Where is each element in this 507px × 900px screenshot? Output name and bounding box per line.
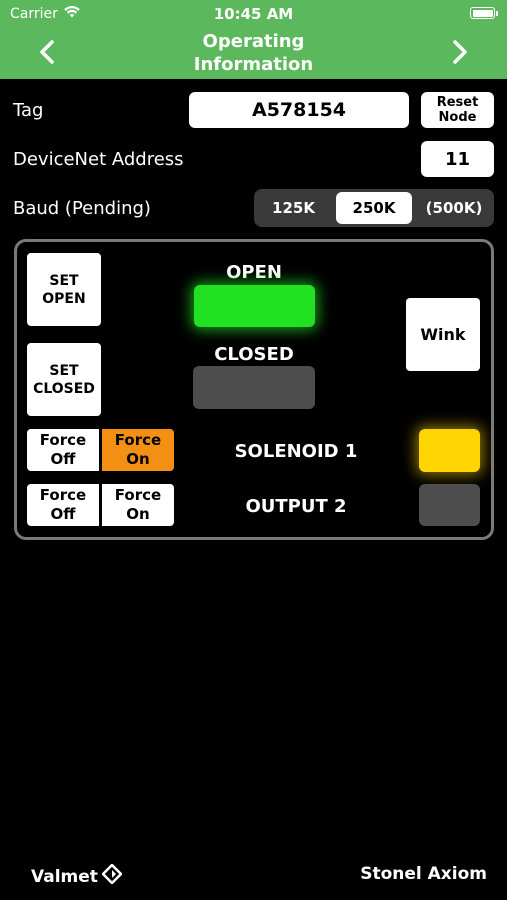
back-arrow-icon[interactable] xyxy=(32,37,62,67)
set-open-line1: SET xyxy=(49,272,79,289)
forward-arrow-icon[interactable] xyxy=(445,37,475,67)
solenoid-force-on-button[interactable]: Force On xyxy=(102,429,174,471)
valmet-logo: Valmet xyxy=(31,863,123,889)
open-label: OPEN xyxy=(226,262,282,283)
set-open-button[interactable]: SET OPEN xyxy=(27,253,101,326)
solenoid-force-off-button[interactable]: Force Off xyxy=(27,429,99,471)
reset-node-button[interactable]: Reset Node xyxy=(421,92,494,128)
baud-label: Baud (Pending) xyxy=(13,198,151,219)
solenoid-label: SOLENOID 1 xyxy=(234,441,358,462)
reset-node-line2: Node xyxy=(438,110,477,125)
closed-indicator xyxy=(193,366,315,409)
baud-option-250k[interactable]: 250K xyxy=(336,192,412,224)
solenoid-indicator xyxy=(419,429,480,472)
stonel-axiom-logo: Stonel Axiom xyxy=(360,864,487,884)
valmet-diamond-icon xyxy=(101,863,123,889)
baud-option-125k[interactable]: 125K xyxy=(257,192,330,224)
set-closed-line2: CLOSED xyxy=(33,380,95,397)
page-title-line2: Information xyxy=(193,54,314,75)
devicenet-address-input[interactable]: 11 xyxy=(421,141,494,177)
open-indicator xyxy=(194,285,315,327)
closed-label: CLOSED xyxy=(214,344,294,365)
force-on-line1: Force xyxy=(114,486,162,504)
page-title-line1: Operating xyxy=(202,31,305,52)
status-bar: Carrier 10:45 AM xyxy=(0,0,507,28)
battery-icon xyxy=(470,7,498,19)
output-indicator xyxy=(419,484,480,526)
force-off-line2: Off xyxy=(50,450,76,468)
force-on-line2: On xyxy=(126,505,150,523)
force-off-line2: Off xyxy=(50,505,76,523)
output-force-off-button[interactable]: Force Off xyxy=(27,484,99,526)
force-on-line2: On xyxy=(126,450,150,468)
valmet-brand: Valmet xyxy=(31,866,98,887)
status-time: 10:45 AM xyxy=(213,5,294,23)
nav-header: Carrier 10:45 AM Operating Information xyxy=(0,0,507,79)
tag-label: Tag xyxy=(13,100,44,121)
reset-node-line1: Reset xyxy=(436,95,479,110)
output-label: OUTPUT 2 xyxy=(245,496,347,517)
baud-option-500k[interactable]: (500K) xyxy=(417,192,491,224)
set-open-line2: OPEN xyxy=(42,290,86,307)
set-closed-line1: SET xyxy=(49,362,79,379)
devicenet-label: DeviceNet Address xyxy=(13,149,184,170)
tag-input[interactable]: A578154 xyxy=(189,92,409,128)
page-title: Operating Information xyxy=(100,30,407,76)
force-off-line1: Force xyxy=(39,486,87,504)
set-closed-button[interactable]: SET CLOSED xyxy=(27,343,101,416)
output-force-on-button[interactable]: Force On xyxy=(102,484,174,526)
force-on-line1: Force xyxy=(114,431,162,449)
baud-selector: 125K 250K (500K) xyxy=(254,189,494,227)
wink-button[interactable]: Wink xyxy=(406,298,480,371)
force-off-line1: Force xyxy=(39,431,87,449)
